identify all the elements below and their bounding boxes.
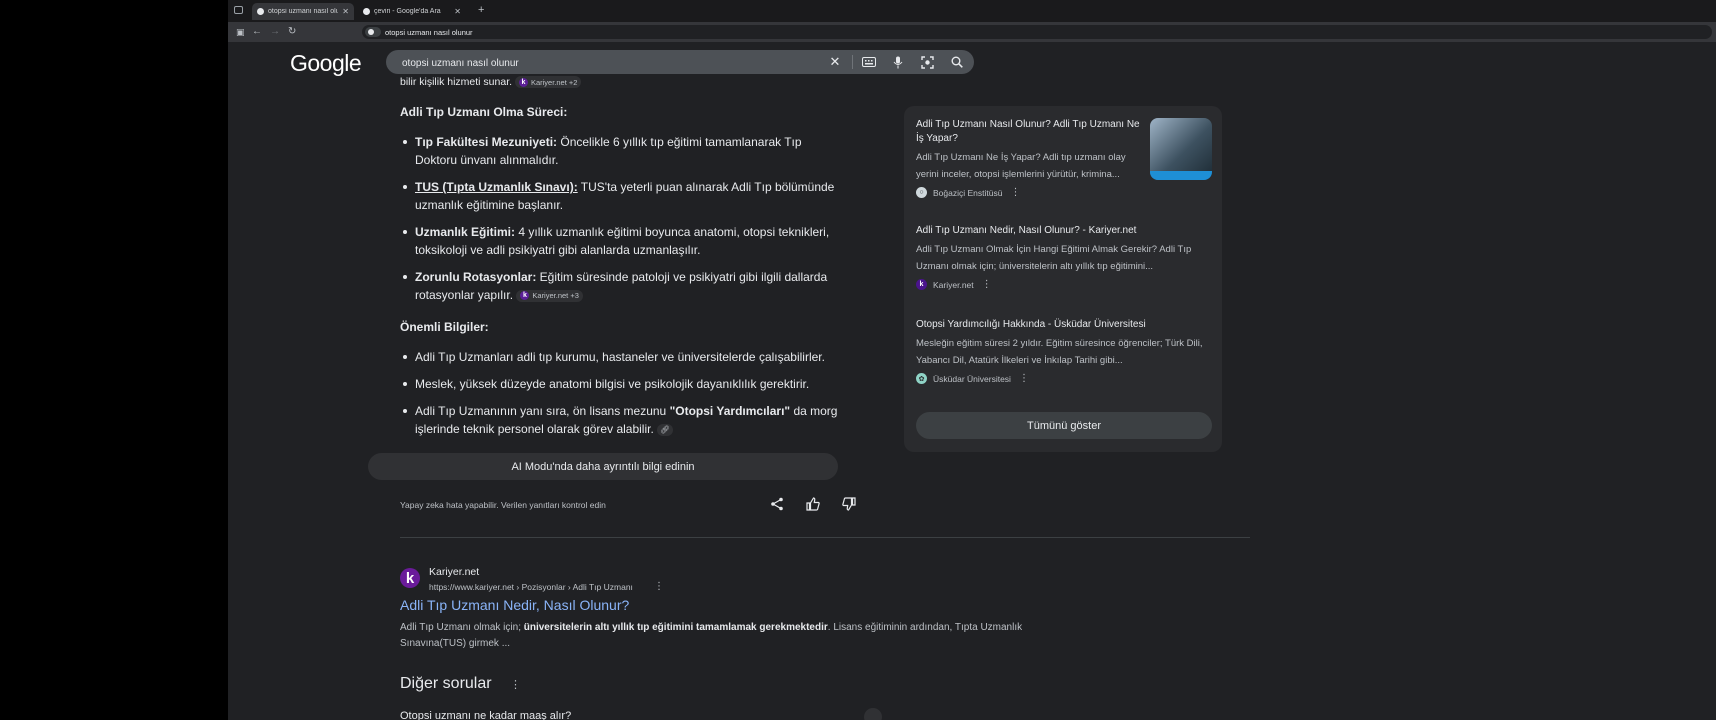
more-options-icon[interactable]: ⋮ bbox=[654, 581, 664, 592]
question-item[interactable]: Otopsi uzmanı ne kadar maaş alır? bbox=[400, 710, 571, 720]
close-icon[interactable]: ✕ bbox=[454, 7, 461, 16]
source-thumbnail-image[interactable] bbox=[1150, 118, 1212, 180]
clear-icon[interactable]: ✕ bbox=[828, 54, 842, 69]
tab-inactive[interactable]: çeviri - Google'da Ara ✕ bbox=[358, 3, 466, 20]
overview-cut-text: bilir kişilik hizmeti sunar. bbox=[400, 76, 513, 88]
source-origin: ✿ Üsküdar Üniversitesi ⋮ bbox=[916, 373, 1216, 384]
close-icon[interactable]: ✕ bbox=[342, 7, 349, 16]
source-title[interactable]: Adli Tıp Uzmanı Nasıl Olunur? Adli Tıp U… bbox=[916, 118, 1144, 146]
citation-chip[interactable]: k Kariyer.net +3 bbox=[516, 289, 583, 302]
list-item: Zorunlu Rotasyonlar: Eğitim süresinde pa… bbox=[403, 268, 845, 304]
google-favicon-icon bbox=[363, 8, 370, 15]
list-item-key: Uzmanlık Eğitimi: bbox=[415, 225, 516, 239]
google-favicon-icon bbox=[257, 8, 264, 15]
source-snippet: Mesleğin eğitim süresi 2 yıldır. Eğitim … bbox=[916, 338, 1203, 366]
tab-label: çeviri - Google'da Ara bbox=[374, 8, 441, 15]
source-origin: k Kariyer.net ⋮ bbox=[916, 279, 1216, 290]
tab-label: otopsi uzmanı nasıl olunur - Go bbox=[268, 8, 339, 15]
kariyer-favicon-icon: k bbox=[518, 77, 528, 87]
list-item-text: Adli Tıp Uzmanının yanı sıra, ön lisans … bbox=[415, 404, 670, 418]
list-item: TUS (Tıpta Uzmanlık Sınavı): TUS'ta yete… bbox=[403, 178, 845, 214]
source-name: Üsküdar Üniversitesi bbox=[933, 373, 1011, 384]
source-name: Boğaziçi Enstitüsü bbox=[933, 187, 1003, 198]
list-item-key[interactable]: TUS (Tıpta Uzmanlık Sınavı): bbox=[415, 180, 578, 194]
source-card[interactable]: Adli Tıp Uzmanı Nedir, Nasıl Olunur? - K… bbox=[916, 224, 1216, 290]
ai-mode-button[interactable]: AI Modu'nda daha ayrıntılı bilgi edinin bbox=[368, 453, 838, 480]
source-origin: ○ Boğaziçi Enstitüsü ⋮ bbox=[916, 187, 1144, 198]
reload-icon[interactable]: ↻ bbox=[288, 25, 296, 39]
source-card[interactable]: Adli Tıp Uzmanı Nasıl Olunur? Adli Tıp U… bbox=[916, 118, 1144, 198]
list-item: Adli Tıp Uzmanının yanı sıra, ön lisans … bbox=[403, 402, 845, 438]
citation-chip[interactable]: k Kariyer.net +2 bbox=[514, 76, 582, 89]
source-snippet: Adli Tıp Uzmanı Olmak İçin Hangi Eğitimi… bbox=[916, 244, 1192, 272]
list-item-key: Tıp Fakültesi Mezuniyeti: bbox=[415, 135, 558, 149]
source-title[interactable]: Otopsi Yardımcılığı Hakkında - Üsküdar Ü… bbox=[916, 318, 1216, 332]
more-options-icon[interactable]: ⋮ bbox=[982, 279, 992, 290]
other-questions-heading: Diğer sorular bbox=[400, 675, 492, 692]
sidebar-icon[interactable]: ▣ bbox=[236, 25, 245, 39]
source-card[interactable]: Otopsi Yardımcılığı Hakkında - Üsküdar Ü… bbox=[916, 318, 1216, 384]
chevron-down-icon[interactable] bbox=[864, 708, 882, 720]
more-options-icon[interactable]: ⋮ bbox=[510, 678, 521, 691]
citation-label: Kariyer.net +2 bbox=[530, 77, 578, 87]
result-title-link[interactable]: Adli Tıp Uzmanı Nedir, Nasıl Olunur? bbox=[400, 597, 629, 613]
list-item-bold: "Otopsi Yardımcıları" bbox=[669, 404, 791, 418]
thumbs-up-icon[interactable] bbox=[806, 497, 822, 513]
sources-panel: Adli Tıp Uzmanı Nasıl Olunur? Adli Tıp U… bbox=[904, 106, 1222, 452]
thumbs-down-icon[interactable] bbox=[842, 497, 858, 513]
snippet-text: Adli Tıp Uzmanı olmak için; bbox=[400, 622, 524, 633]
microphone-icon[interactable] bbox=[891, 55, 905, 69]
kariyer-favicon-icon: k bbox=[520, 291, 530, 301]
new-tab-icon[interactable]: + bbox=[478, 4, 484, 16]
address-bar[interactable]: otopsi uzmanı nasıl olunur bbox=[362, 25, 1712, 39]
important-heading: Önemli Bilgiler: bbox=[400, 320, 489, 334]
source-name: Kariyer.net bbox=[933, 279, 974, 290]
tab-active[interactable]: otopsi uzmanı nasıl olunur - Go ✕ bbox=[252, 3, 354, 20]
lens-icon[interactable] bbox=[920, 55, 934, 69]
kariyer-favicon-icon: k bbox=[916, 279, 927, 290]
forward-icon[interactable]: → bbox=[270, 25, 280, 39]
source-snippet: Adli Tıp Uzmanı Ne İş Yapar? Adli tıp uz… bbox=[916, 152, 1126, 180]
ai-disclaimer: Yapay zeka hata yapabilir. Verilen yanıt… bbox=[400, 500, 606, 510]
result-url[interactable]: https://www.kariyer.net › Pozisyonlar › … bbox=[429, 582, 633, 592]
search-box[interactable]: ✕ bbox=[386, 50, 974, 74]
search-divider bbox=[852, 55, 853, 69]
list-item: Tıp Fakültesi Mezuniyeti: Öncelikle 6 yı… bbox=[403, 133, 845, 169]
google-logo[interactable]: Google bbox=[290, 50, 362, 77]
tab-search-icon[interactable] bbox=[234, 6, 243, 14]
citation-label: Kariyer.net +3 bbox=[532, 290, 579, 300]
important-list: Adli Tıp Uzmanları adli tıp kurumu, hast… bbox=[403, 348, 845, 438]
search-icon[interactable] bbox=[950, 55, 964, 69]
source-title[interactable]: Adli Tıp Uzmanı Nedir, Nasıl Olunur? - K… bbox=[916, 224, 1216, 238]
more-options-icon[interactable]: ⋮ bbox=[1010, 187, 1020, 198]
back-icon[interactable]: ← bbox=[252, 25, 262, 39]
list-item: Adli Tıp Uzmanları adli tıp kurumu, hast… bbox=[403, 348, 845, 366]
list-item: Meslek, yüksek düzeyde anatomi bilgisi v… bbox=[403, 375, 845, 393]
address-text: otopsi uzmanı nasıl olunur bbox=[385, 27, 473, 37]
uskudar-favicon-icon: ✿ bbox=[916, 373, 927, 384]
browser-toolbar: ▣ ← → ↻ otopsi uzmanı nasıl olunur bbox=[228, 22, 1716, 42]
more-options-icon[interactable]: ⋮ bbox=[1019, 373, 1029, 384]
link-icon[interactable]: 🔗︎ bbox=[657, 423, 673, 436]
result-snippet: Adli Tıp Uzmanı olmak için; üniversitele… bbox=[400, 620, 1030, 652]
search-input[interactable] bbox=[400, 54, 824, 72]
show-all-button[interactable]: Tümünü göster bbox=[916, 412, 1212, 439]
bogazici-favicon-icon: ○ bbox=[916, 187, 927, 198]
keyboard-icon[interactable] bbox=[862, 55, 876, 69]
list-item-key: Zorunlu Rotasyonlar: bbox=[415, 270, 537, 284]
tab-strip: otopsi uzmanı nasıl olunur - Go ✕ çeviri… bbox=[228, 0, 1716, 22]
divider bbox=[400, 537, 1250, 538]
process-heading: Adli Tıp Uzmanı Olma Süreci: bbox=[400, 105, 568, 119]
result-site-name[interactable]: Kariyer.net bbox=[429, 566, 479, 578]
list-item: Uzmanlık Eğitimi: 4 yıllık uzmanlık eğit… bbox=[403, 223, 845, 259]
share-icon[interactable] bbox=[770, 497, 786, 513]
snippet-bold: üniversitelerin altı yıllık tıp eğitimin… bbox=[523, 622, 828, 633]
process-list: Tıp Fakültesi Mezuniyeti: Öncelikle 6 yı… bbox=[403, 133, 845, 304]
browser-window: otopsi uzmanı nasıl olunur - Go ✕ çeviri… bbox=[228, 0, 1716, 720]
overview-cut-line: bilir kişilik hizmeti sunar. k Kariyer.ne… bbox=[400, 76, 582, 89]
kariyer-logo-icon[interactable]: k bbox=[400, 568, 420, 588]
site-info-icon[interactable] bbox=[365, 27, 381, 37]
